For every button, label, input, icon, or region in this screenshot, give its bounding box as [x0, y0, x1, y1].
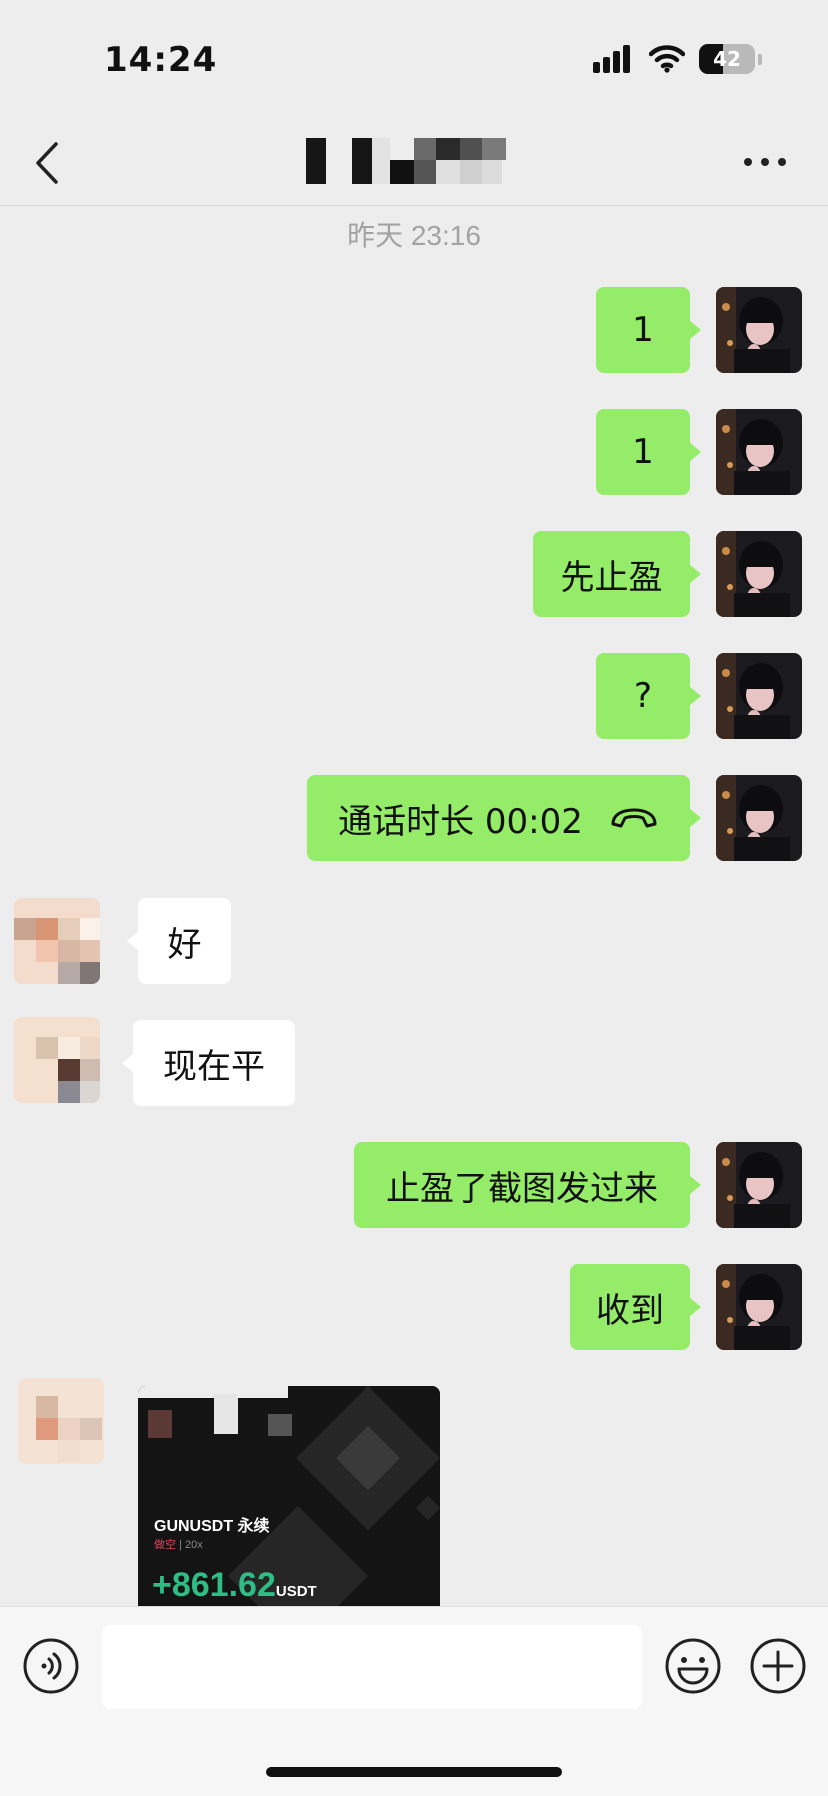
more-button[interactable]	[742, 152, 788, 172]
signal-icon	[593, 45, 630, 73]
self-avatar[interactable]	[716, 1142, 802, 1228]
message-text: 止盈了截图发过来	[386, 1168, 658, 1209]
avatar-image	[716, 775, 802, 861]
status-icons: 42	[593, 44, 762, 74]
trade-meta: 做空 | 20x	[154, 1536, 203, 1552]
avatar-image	[716, 409, 802, 495]
message-bubble-outgoing[interactable]: 1	[596, 287, 701, 373]
more-dots-icon	[744, 158, 786, 166]
self-avatar[interactable]	[716, 287, 802, 373]
pnl-value: +861.62	[152, 1566, 276, 1604]
self-avatar[interactable]	[716, 653, 802, 739]
battery-level: 42	[713, 47, 741, 71]
message-text: 好	[167, 924, 202, 965]
hangup-phone-icon	[611, 808, 657, 828]
contact-avatar[interactable]	[18, 1378, 104, 1464]
message-bubble-outgoing[interactable]: ?	[596, 653, 701, 739]
status-bar: 14:24 42	[0, 0, 828, 120]
status-time: 14:24	[104, 40, 218, 80]
pnl-unit: USDT	[275, 1583, 317, 1600]
message-bubble-outgoing[interactable]: 1	[596, 409, 701, 495]
self-avatar[interactable]	[716, 531, 802, 617]
avatar-image-pixelated	[14, 1017, 100, 1103]
trade-leverage: 20x	[184, 1539, 203, 1551]
back-button[interactable]	[28, 138, 68, 188]
message-text: 1	[632, 432, 654, 472]
input-bar	[0, 1606, 828, 1796]
avatar-image	[716, 653, 802, 739]
chevron-left-icon	[36, 142, 58, 184]
voice-button[interactable]	[22, 1637, 80, 1695]
message-bubble-incoming[interactable]: 好	[127, 898, 231, 984]
nav-bar	[0, 120, 828, 206]
chat-timestamp: 昨天 23:16	[347, 220, 481, 251]
emoji-icon	[665, 1638, 721, 1694]
chat-title-obscured	[306, 138, 512, 186]
self-avatar[interactable]	[716, 1264, 802, 1350]
trade-screenshot-image[interactable]: GUNUSDT 永续 做空 | 20x +861.62USDT	[138, 1386, 440, 1626]
home-indicator[interactable]	[266, 1767, 562, 1777]
message-input[interactable]	[102, 1625, 642, 1709]
message-bubble-incoming[interactable]: 现在平	[122, 1020, 295, 1106]
plus-icon	[750, 1638, 806, 1694]
avatar-image	[716, 1142, 802, 1228]
trade-pnl: +861.62USDT	[152, 1566, 317, 1605]
emoji-button[interactable]	[664, 1637, 722, 1695]
message-bubble-outgoing[interactable]: 止盈了截图发过来	[354, 1142, 701, 1228]
avatar-image	[716, 531, 802, 617]
avatar-image	[716, 1264, 802, 1350]
message-text: 收到	[596, 1290, 664, 1331]
avatar-image-pixelated	[14, 898, 100, 984]
trade-symbol: GUNUSDT 永续	[154, 1518, 270, 1535]
avatar-image-pixelated	[18, 1378, 104, 1464]
pixelated-name-image	[306, 138, 506, 184]
self-avatar[interactable]	[716, 409, 802, 495]
message-text: 现在平	[163, 1046, 265, 1087]
battery-indicator: 42	[699, 44, 755, 74]
call-duration-text: 通话时长 00:02	[338, 801, 583, 842]
voice-icon	[23, 1638, 79, 1694]
message-text: 先止盈	[560, 557, 663, 598]
avatar-image	[716, 287, 802, 373]
message-bubble-outgoing[interactable]: 先止盈	[533, 531, 701, 617]
more-functions-button[interactable]	[749, 1637, 807, 1695]
contact-avatar[interactable]	[14, 1017, 100, 1103]
message-text: ?	[633, 676, 653, 716]
wifi-icon	[649, 45, 685, 73]
message-bubble-outgoing[interactable]: 收到	[570, 1264, 701, 1350]
self-avatar[interactable]	[716, 775, 802, 861]
battery-tip	[758, 53, 762, 65]
trade-side: 做空	[154, 1539, 176, 1551]
contact-avatar[interactable]	[14, 898, 100, 984]
call-record-bubble[interactable]: 通话时长 00:02	[307, 775, 701, 861]
message-text: 1	[632, 310, 654, 350]
